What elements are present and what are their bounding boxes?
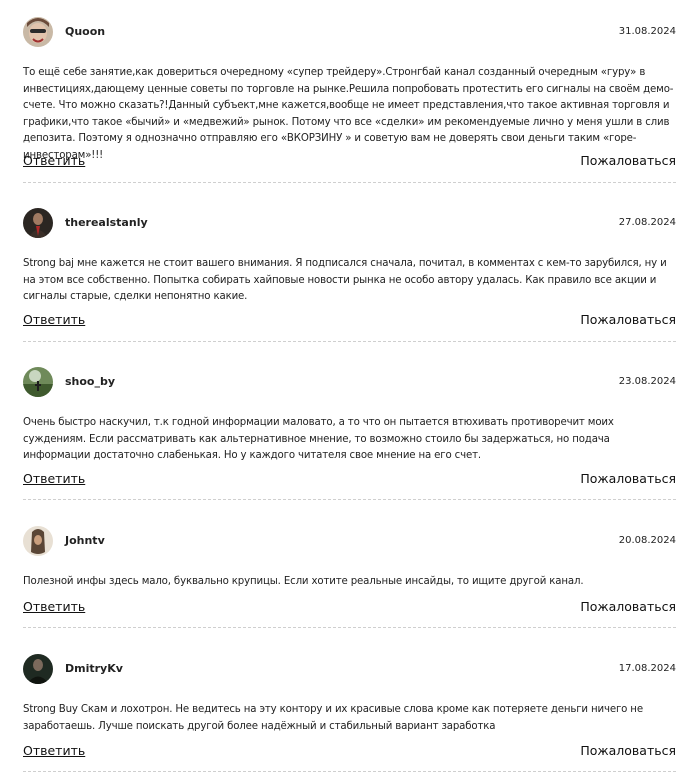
comment-date: 20.08.2024 <box>618 535 676 546</box>
comment-date: 17.08.2024 <box>618 663 676 674</box>
reply-button[interactable]: Ответить <box>23 312 85 327</box>
comment-actions: Ответить Пожаловаться <box>23 153 676 173</box>
comment-author: DmitryKv <box>65 662 123 675</box>
comment-text: Полезной инфы здесь мало, буквально круп… <box>23 576 584 587</box>
report-button[interactable]: Пожаловаться <box>580 471 676 486</box>
report-button[interactable]: Пожаловаться <box>580 153 676 168</box>
comment-divider <box>23 627 676 628</box>
comment-item: DmitryKv 17.08.2024 Strong Buy Скам и ло… <box>23 654 676 735</box>
comment-item: Quoon 31.08.2024 То ещё себе занятие,как… <box>23 17 676 165</box>
comment-date: 27.08.2024 <box>618 217 676 228</box>
comment-header: Quoon 31.08.2024 <box>23 17 676 49</box>
comment-header: Johntv 20.08.2024 <box>23 526 676 558</box>
comment-actions: Ответить Пожаловаться <box>23 743 676 763</box>
comment-item: therealstanly 27.08.2024 Strong baj мне … <box>23 208 676 306</box>
report-button[interactable]: Пожаловаться <box>580 599 676 614</box>
comment-divider <box>23 182 676 183</box>
comment-text: То ещё себе занятие,как довериться очере… <box>23 67 674 161</box>
reply-button[interactable]: Ответить <box>23 743 85 758</box>
comment-text: Очень быстро наскучил, т.к годной информ… <box>23 417 614 462</box>
comment-date: 31.08.2024 <box>618 26 676 37</box>
report-button[interactable]: Пожаловаться <box>580 312 676 327</box>
user-avatar[interactable] <box>23 17 53 47</box>
comment-author: shoo_by <box>65 375 116 388</box>
user-avatar[interactable] <box>23 526 53 556</box>
reply-button[interactable]: Ответить <box>23 599 85 614</box>
comment-header: DmitryKv 17.08.2024 <box>23 654 676 686</box>
comment-divider <box>23 499 676 500</box>
comment-actions: Ответить Пожаловаться <box>23 312 676 332</box>
comment-header: therealstanly 27.08.2024 <box>23 208 676 240</box>
user-avatar[interactable] <box>23 367 53 397</box>
comment-author: Quoon <box>65 25 106 38</box>
comment-author: Johntv <box>65 534 105 547</box>
comment-divider <box>23 341 676 342</box>
comment-list: Quoon 31.08.2024 То ещё себе занятие,как… <box>0 0 685 773</box>
comment-divider <box>23 771 676 772</box>
reply-button[interactable]: Ответить <box>23 153 85 168</box>
comment-item: shoo_by 23.08.2024 Очень быстро наскучил… <box>23 367 676 465</box>
comment-actions: Ответить Пожаловаться <box>23 471 676 491</box>
comment-header: shoo_by 23.08.2024 <box>23 367 676 399</box>
report-button[interactable]: Пожаловаться <box>580 743 676 758</box>
user-avatar[interactable] <box>23 208 53 238</box>
comment-actions: Ответить Пожаловаться <box>23 599 676 619</box>
user-avatar[interactable] <box>23 654 53 684</box>
comment-text: Strong baj мне кажется не стоит вашего в… <box>23 258 667 303</box>
comment-text: Strong Buy Скам и лохотрон. Не ведитесь … <box>23 704 643 732</box>
comment-date: 23.08.2024 <box>618 376 676 387</box>
comment-author: therealstanly <box>65 216 148 229</box>
comment-item: Johntv 20.08.2024 Полезной инфы здесь ма… <box>23 526 676 591</box>
reply-button[interactable]: Ответить <box>23 471 85 486</box>
